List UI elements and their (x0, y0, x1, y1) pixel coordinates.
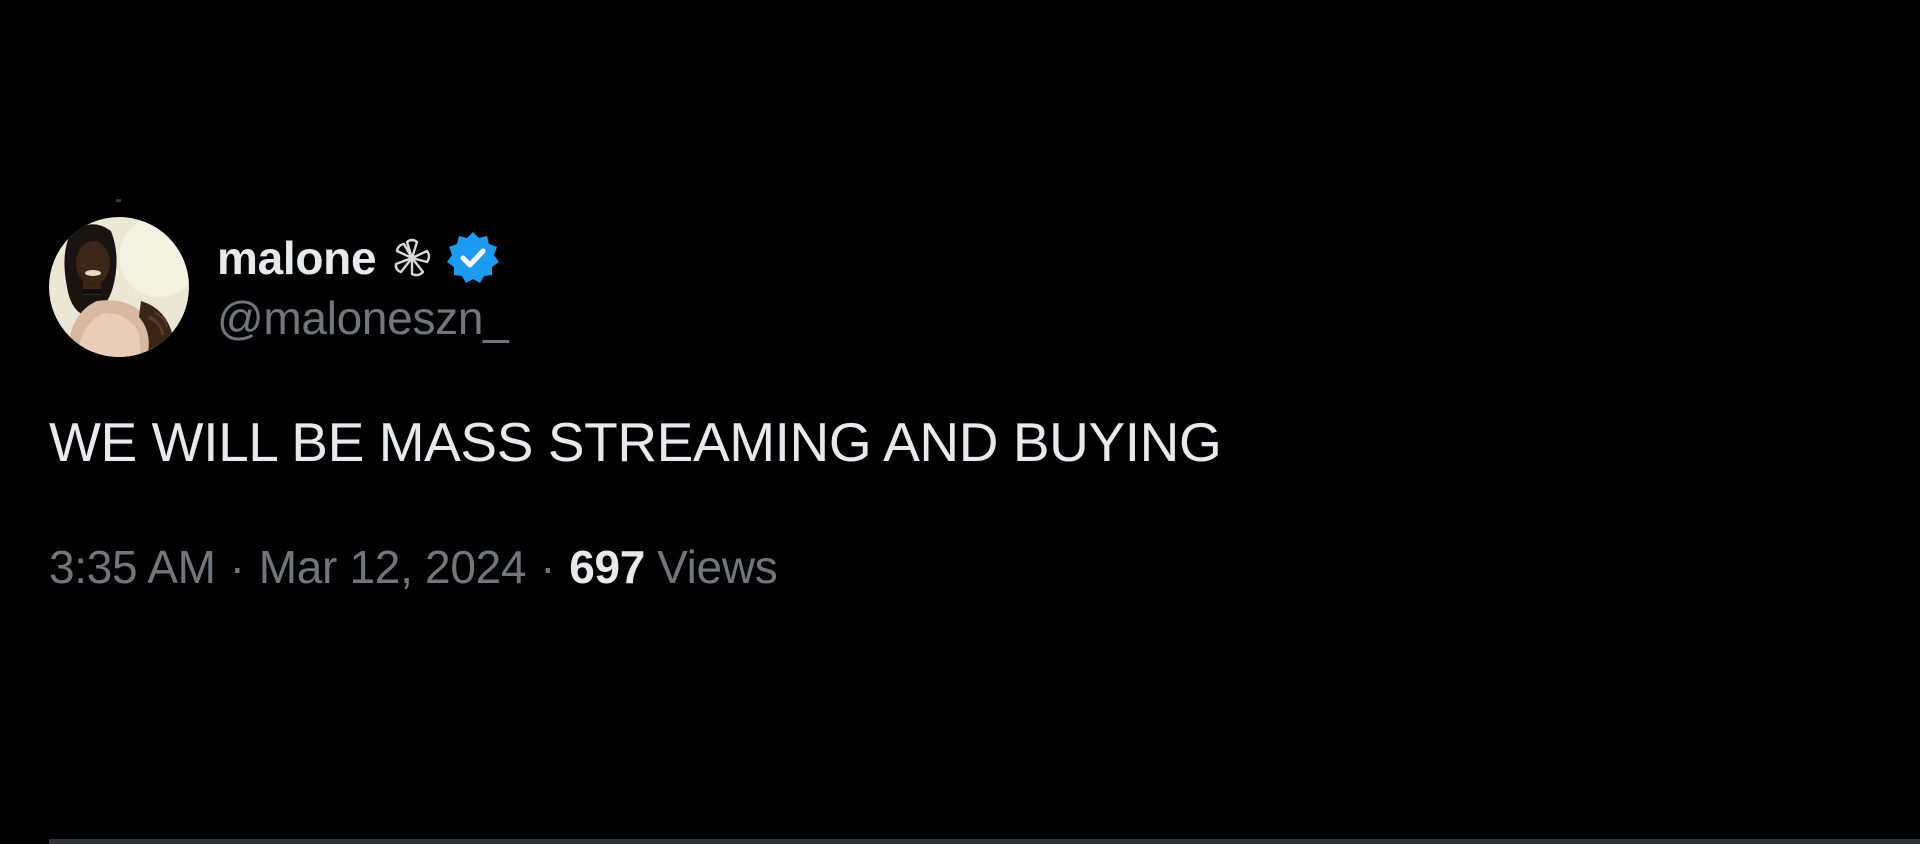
decorative-speck (116, 199, 121, 202)
divider (49, 839, 1920, 844)
tweet-header: malone @maloneszn_ (49, 216, 1869, 358)
tweet-date[interactable]: Mar 12, 2024 (259, 540, 527, 594)
author-handle[interactable]: @maloneszn_ (217, 291, 509, 345)
tweet: malone @maloneszn_ WE WILL BE MASS STREA… (49, 216, 1869, 594)
tweet-metadata: 3:35 AM · Mar 12, 2024 · 697 Views (49, 540, 1869, 594)
verified-badge-icon[interactable] (444, 229, 502, 287)
author-names: malone @maloneszn_ (217, 217, 509, 357)
meta-separator: · (540, 541, 556, 593)
display-name-row: malone (217, 229, 508, 287)
display-name[interactable]: malone (217, 231, 377, 285)
avatar[interactable] (49, 217, 189, 357)
views-count[interactable]: 697 (569, 540, 645, 594)
views-label[interactable]: Views (657, 540, 778, 594)
tweet-time[interactable]: 3:35 AM (49, 540, 216, 594)
avatar-image (49, 217, 189, 357)
tweet-text: WE WILL BE MASS STREAMING AND BUYING (49, 411, 1222, 473)
meta-separator: · (229, 541, 245, 593)
white-flower-icon (390, 236, 434, 280)
